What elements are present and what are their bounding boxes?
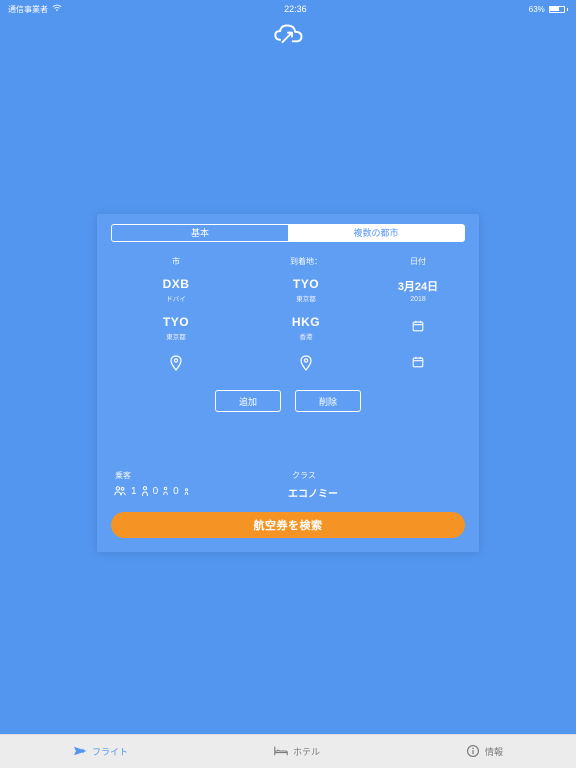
battery-pct: 63% [529, 5, 545, 14]
status-bar: 通信事業者 22:36 63% [0, 0, 576, 16]
app-logo [0, 16, 576, 48]
nav-flight[interactable]: フライト [73, 744, 128, 760]
nav-label: 情報 [485, 745, 503, 758]
plane-icon [73, 744, 87, 760]
pin-icon [300, 355, 312, 371]
header-date: 日付 [371, 256, 465, 267]
battery-icon [549, 6, 568, 13]
status-left: 通信事業者 [8, 4, 62, 15]
adult-icon [141, 486, 149, 497]
passengers-block[interactable]: 乗客 1 0 0 [111, 470, 288, 500]
wifi-icon [52, 4, 62, 14]
segment-row: DXB ドバイ TYO 東京都 3月24日 2018 [111, 277, 465, 303]
carrier-label: 通信事業者 [8, 4, 48, 15]
status-time: 22:36 [284, 4, 307, 14]
city-sub: ドバイ [111, 293, 241, 303]
class-label: クラス [288, 470, 465, 481]
search-button[interactable]: 航空券を検索 [111, 512, 465, 538]
city-code: HKG [241, 315, 371, 329]
from-city-1[interactable]: DXB ドバイ [111, 277, 241, 303]
column-headers: 市 到着地： 日付 [111, 256, 465, 267]
bottom-nav: フライト ホテル 情報 [0, 734, 576, 768]
header-city: 市 [111, 256, 241, 267]
tab-multi-city[interactable]: 複数の都市 [288, 225, 464, 241]
passengers-icon [113, 485, 127, 497]
tab-basic[interactable]: 基本 [112, 225, 288, 241]
class-value: エコノミー [288, 485, 465, 500]
status-right: 63% [529, 5, 568, 14]
nav-label: ホテル [293, 745, 320, 758]
infant-icon [183, 487, 190, 496]
pax-child: 0 [153, 486, 159, 497]
from-city-3[interactable] [111, 355, 241, 376]
bed-icon [274, 744, 288, 760]
pax-infant: 0 [173, 486, 179, 497]
city-code: DXB [111, 277, 241, 291]
date-3[interactable] [371, 355, 465, 376]
class-block[interactable]: クラス エコノミー [288, 470, 465, 500]
remove-segment-button[interactable]: 削除 [295, 390, 361, 412]
city-code: TYO [111, 315, 241, 329]
to-city-2[interactable]: HKG 香港 [241, 315, 371, 341]
header-dest: 到着地： [241, 256, 371, 267]
city-code: TYO [241, 277, 371, 291]
calendar-icon [411, 355, 425, 369]
date-2[interactable] [371, 319, 465, 338]
nav-label: フライト [92, 745, 128, 758]
add-segment-button[interactable]: 追加 [215, 390, 281, 412]
calendar-icon [411, 319, 425, 333]
trip-type-segmented: 基本 複数の都市 [111, 224, 465, 242]
passengers-label: 乗客 [111, 470, 288, 481]
pin-icon [170, 355, 182, 371]
nav-hotel[interactable]: ホテル [274, 744, 320, 760]
city-sub: 香港 [241, 331, 371, 341]
search-card: 基本 複数の都市 市 到着地： 日付 DXB ドバイ TYO 東京都 3月24日… [97, 214, 479, 552]
date-1[interactable]: 3月24日 2018 [371, 278, 465, 303]
child-icon [162, 486, 169, 496]
info-icon [466, 744, 480, 760]
to-city-3[interactable] [241, 355, 371, 376]
date-main: 3月24日 [371, 278, 465, 294]
segment-row: TYO 東京都 HKG 香港 [111, 315, 465, 341]
pax-adult: 1 [131, 486, 137, 497]
city-sub: 東京都 [241, 293, 371, 303]
city-sub: 東京都 [111, 331, 241, 341]
to-city-1[interactable]: TYO 東京都 [241, 277, 371, 303]
from-city-2[interactable]: TYO 東京都 [111, 315, 241, 341]
nav-info[interactable]: 情報 [466, 744, 503, 760]
segment-row-empty [111, 355, 465, 376]
date-sub: 2018 [371, 296, 465, 303]
